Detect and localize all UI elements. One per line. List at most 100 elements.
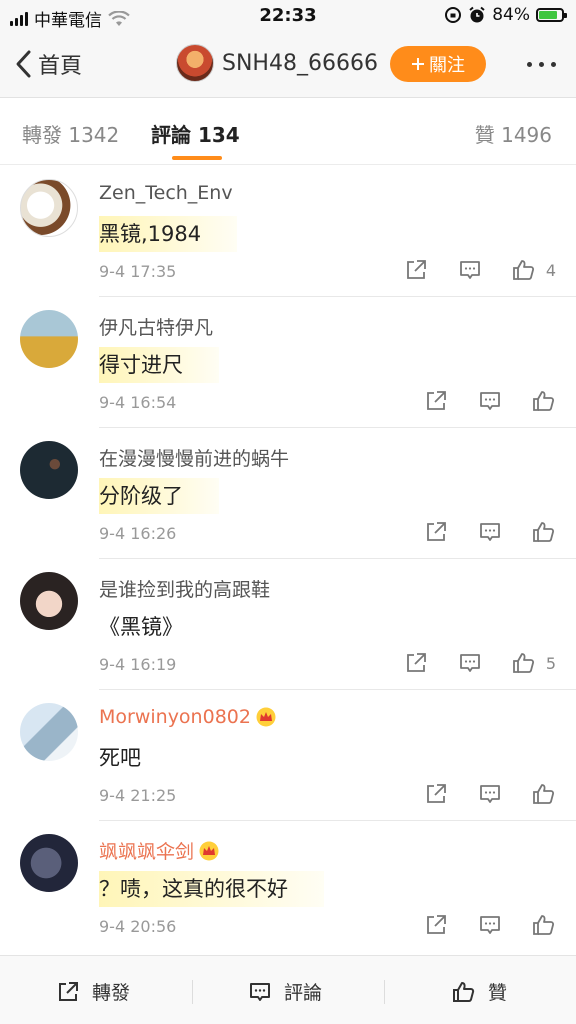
account-avatar[interactable]	[176, 44, 214, 82]
repost-button[interactable]: 轉發	[56, 978, 130, 1005]
user-avatar[interactable]	[20, 572, 78, 630]
orientation-lock-icon	[445, 7, 462, 23]
comment-reply-button[interactable]	[478, 913, 502, 937]
comment-text: 黑镜,1984	[99, 216, 238, 252]
comment-username-row[interactable]: 伊凡古特伊凡	[99, 313, 213, 340]
comment-username-row[interactable]: 是谁捡到我的高跟鞋	[99, 575, 270, 602]
share-icon	[406, 260, 426, 279]
comment-label: 評論	[284, 982, 323, 1004]
repost-label: 轉發	[92, 982, 131, 1004]
comment-share-button[interactable]	[404, 258, 428, 282]
tab-bar: 轉發 1342 評論 134 贊 1496	[0, 99, 576, 165]
user-avatar[interactable]	[20, 834, 78, 892]
more-options-button[interactable]	[527, 62, 556, 67]
comment-item[interactable]: 是谁捡到我的高跟鞋 《黑镜》 9-4 16:19 5	[0, 559, 576, 690]
comment-actions: 4	[404, 258, 556, 282]
comment-timestamp: 9-4 16:54	[99, 393, 177, 412]
comment-username-row[interactable]: 在漫漫慢慢前进的蜗牛	[99, 444, 289, 471]
comment-like-count: 4	[545, 260, 556, 280]
bottom-divider	[384, 980, 385, 1004]
comment-actions	[424, 520, 556, 544]
comment-icon	[459, 261, 480, 279]
comment-reply-button[interactable]	[458, 651, 482, 675]
comment-like-button[interactable]: 4	[512, 258, 556, 282]
user-avatar[interactable]	[20, 441, 78, 499]
comment-username[interactable]: 在漫漫慢慢前进的蜗牛	[99, 444, 289, 471]
account-name[interactable]: SNH48_66666	[222, 51, 378, 76]
comment-reply-button[interactable]	[458, 258, 482, 282]
bottom-action-bar: 轉發 評論 贊	[0, 955, 576, 1024]
comment-text: ？啧，这真的很不好	[99, 871, 324, 907]
follow-button[interactable]: 關注	[390, 46, 486, 82]
comment-item[interactable]: 在漫漫慢慢前进的蜗牛分阶级了 9-4 16:26	[0, 428, 576, 559]
user-avatar[interactable]	[20, 703, 78, 761]
comment-icon	[480, 392, 500, 410]
thumbs-up-icon	[512, 653, 534, 673]
thumbs-up-icon	[453, 981, 475, 1002]
comment-icon	[250, 982, 270, 1001]
comment-actions: 5	[404, 651, 556, 675]
chevron-left-icon	[16, 50, 31, 78]
comment-like-count: 5	[545, 653, 556, 673]
comment-like-button[interactable]	[532, 389, 556, 413]
account-header[interactable]: SNH48_66666	[176, 44, 378, 82]
comment-username[interactable]: 是谁捡到我的高跟鞋	[99, 575, 270, 602]
comment-like-button[interactable]	[532, 913, 556, 937]
active-tab-indicator	[172, 156, 222, 160]
battery-icon	[536, 8, 567, 22]
share-icon	[427, 784, 446, 803]
like-button[interactable]: 贊	[452, 978, 507, 1005]
comment-timestamp: 9-4 16:26	[99, 524, 177, 543]
tab-comments[interactable]: 評論 134	[151, 119, 240, 148]
nav-bar: 首頁 SNH48_66666 關注	[0, 32, 576, 98]
comment-timestamp: 9-4 17:35	[99, 262, 177, 281]
comment-icon	[480, 916, 500, 934]
like-label: 贊	[488, 982, 508, 1004]
status-bar: 中華電信 22:33 84%	[0, 0, 576, 32]
comment-share-button[interactable]	[424, 389, 448, 413]
comment-like-button[interactable]: 5	[512, 651, 556, 675]
comment-text: 《黑镜》	[99, 615, 183, 639]
user-avatar[interactable]	[20, 179, 78, 237]
comment-reply-button[interactable]	[478, 782, 502, 806]
comment-item[interactable]: 飒飒飒伞剑 ？啧，这真的很不好 9-4 20:56	[0, 821, 576, 952]
comment-like-button[interactable]	[532, 782, 556, 806]
share-icon	[59, 981, 78, 1001]
thumbs-up-icon	[533, 522, 555, 542]
comment-icon	[480, 523, 500, 541]
comment-actions	[424, 913, 556, 937]
comment-like-button[interactable]	[532, 520, 556, 544]
battery-percent: 84%	[492, 5, 530, 25]
comment-text: 分阶级了	[99, 478, 219, 514]
comment-timestamp: 9-4 20:56	[99, 917, 177, 936]
comment-share-button[interactable]	[404, 651, 428, 675]
comment-username[interactable]: 飒飒飒伞剑	[99, 837, 194, 864]
share-icon	[427, 915, 446, 934]
comment-actions	[424, 389, 556, 413]
comment-text: 死吧	[99, 746, 141, 770]
comment-username[interactable]: Morwinyon0802	[99, 706, 251, 728]
thumbs-up-icon	[533, 391, 555, 411]
comment-share-button[interactable]	[424, 520, 448, 544]
back-button[interactable]: 首頁	[14, 48, 82, 80]
comment-username[interactable]: 伊凡古特伊凡	[99, 313, 213, 340]
tab-likes[interactable]: 贊 1496	[475, 119, 552, 148]
comment-share-button[interactable]	[424, 782, 448, 806]
comment-icon	[480, 785, 500, 803]
comment-item[interactable]: Zen_Tech_Env 黑镜,1984 9-4 17:35 4	[0, 166, 576, 297]
comment-timestamp: 9-4 21:25	[99, 786, 177, 805]
tab-reposts[interactable]: 轉發 1342	[22, 119, 119, 148]
share-icon	[427, 391, 446, 410]
comment-item[interactable]: Morwinyon0802 死吧 9-4 21:25	[0, 690, 576, 821]
comment-item[interactable]: 伊凡古特伊凡得寸进尺 9-4 16:54	[0, 297, 576, 428]
user-avatar[interactable]	[20, 310, 78, 368]
comment-reply-button[interactable]	[478, 389, 502, 413]
comment-share-button[interactable]	[424, 913, 448, 937]
comment-username-row[interactable]: Morwinyon0802	[99, 706, 277, 728]
comment-username-row[interactable]: Zen_Tech_Env	[99, 182, 233, 204]
comment-text: 得寸进尺	[99, 347, 219, 383]
comment-button[interactable]: 評論	[248, 978, 322, 1005]
comment-username[interactable]: Zen_Tech_Env	[99, 182, 233, 204]
comment-username-row[interactable]: 飒飒飒伞剑	[99, 837, 220, 864]
comment-reply-button[interactable]	[478, 520, 502, 544]
